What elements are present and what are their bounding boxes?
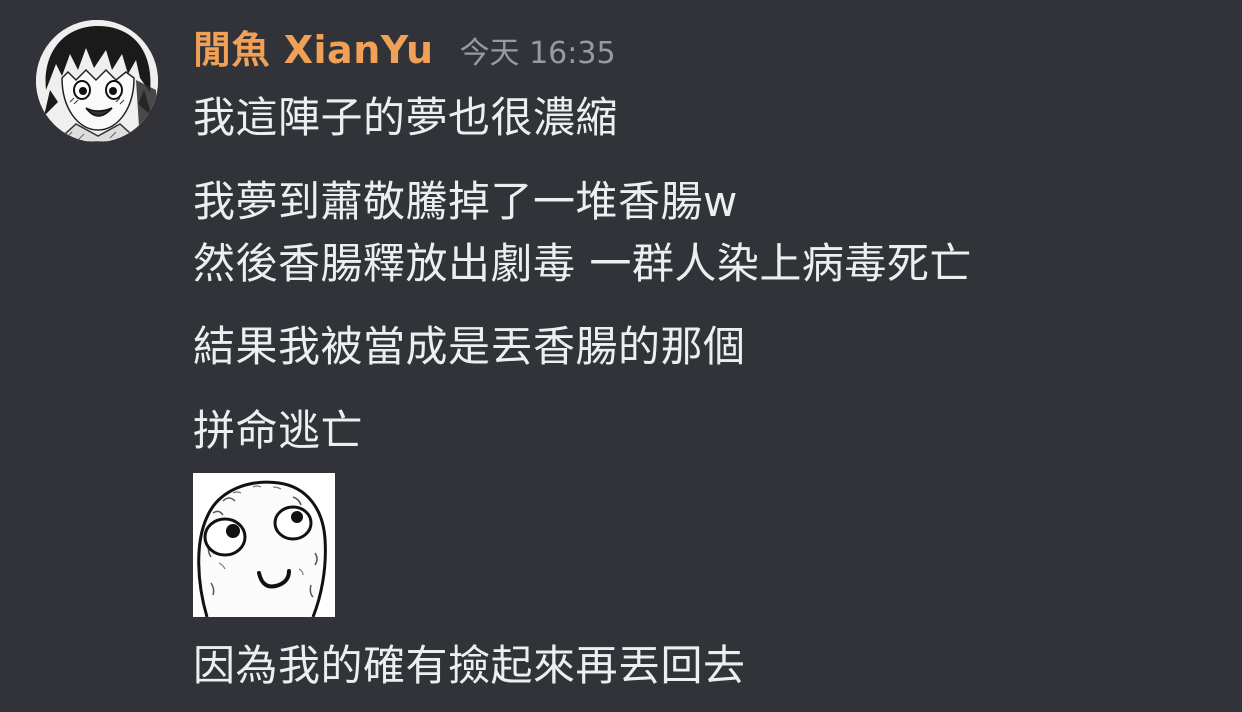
chat-message: 閒魚 XianYu 今天 16:35 我這陣子的夢也很濃縮 我夢到蕭敬騰掉了一堆… bbox=[0, 0, 1242, 712]
derp-face-meme-icon bbox=[193, 473, 335, 617]
message-line-4: 結果我被當成是丟香腸的那個 bbox=[193, 322, 746, 371]
author-avatar[interactable] bbox=[36, 20, 158, 142]
message-line-5: 拼命逃亡 bbox=[193, 406, 364, 455]
message-header: 閒魚 XianYu 今天 16:35 bbox=[193, 24, 616, 76]
anime-boy-avatar-icon bbox=[36, 20, 158, 142]
embedded-image[interactable] bbox=[193, 473, 335, 617]
message-timestamp[interactable]: 今天 16:35 bbox=[460, 28, 616, 80]
message-line-3: 然後香腸釋放出劇毒 一群人染上病毒死亡 bbox=[193, 239, 972, 288]
message-line-1: 我這陣子的夢也很濃縮 bbox=[193, 93, 619, 142]
message-line-6: 因為我的確有撿起來再丟回去 bbox=[193, 641, 746, 690]
author-name[interactable]: 閒魚 XianYu bbox=[193, 24, 434, 76]
message-line-2: 我夢到蕭敬騰掉了一堆香腸w bbox=[193, 177, 738, 226]
